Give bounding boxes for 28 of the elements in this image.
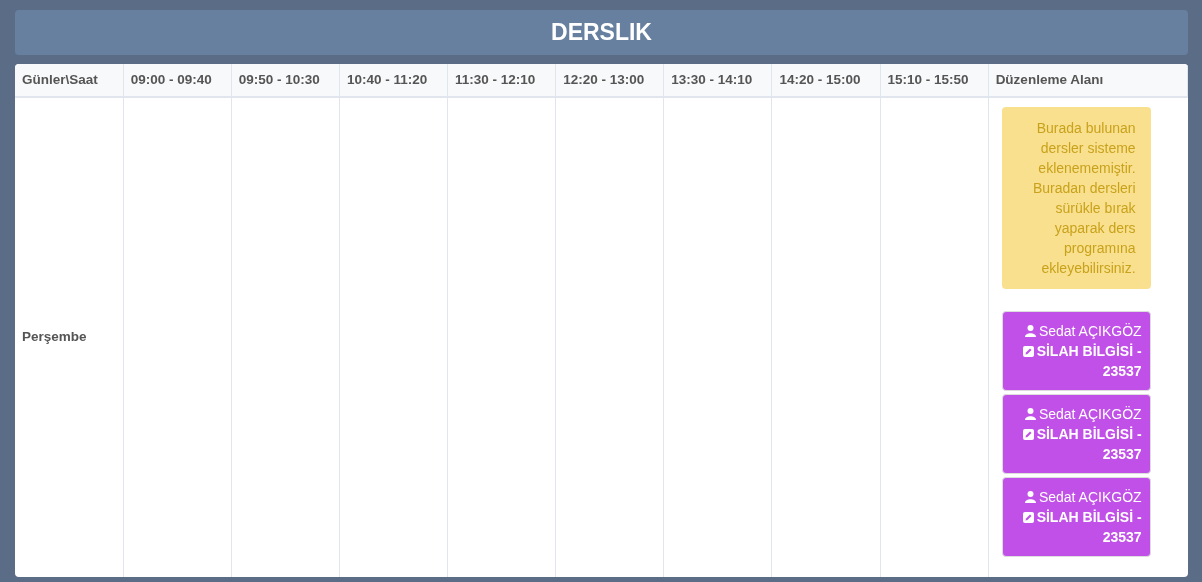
course-name: SİLAH BİLGİSİ - 23537 [1010,507,1142,547]
teacher-name: Sedat AÇIKGÖZ [1038,322,1142,341]
lesson-card[interactable]: Sedat AÇIKGÖZ SİLAH BİLGİSİ - 23537 [1001,394,1151,474]
day-cell: Perşembe [15,97,124,577]
edit-icon [1022,346,1034,357]
lesson-card[interactable]: Sedat AÇIKGÖZ SİLAH BİLGİSİ - 23537 [1001,477,1151,557]
column-header: Düzenleme Alanı [988,64,1188,97]
column-header: Günler\Saat [15,64,124,97]
lesson-card[interactable]: Sedat AÇIKGÖZ SİLAH BİLGİSİ - 23537 [1001,311,1151,391]
column-header: 11:30 - 12:10 [447,64,556,97]
info-note: Burada bulunan dersler sisteme eklenememiştir. Buradan dersleri sürükle bırak yaparak ders programına ekleyebilirsiniz. [1001,107,1151,289]
column-header: 13:30 - 14:10 [663,64,772,97]
user-icon [1024,491,1036,503]
teacher-name: Sedat AÇIKGÖZ [1038,405,1142,424]
column-header: 09:00 - 09:40 [123,64,232,97]
edit-icon [1022,429,1034,440]
user-icon [1024,408,1036,420]
column-header: 09:50 - 10:30 [231,64,340,97]
user-icon [1024,325,1036,337]
teacher-name: Sedat AÇIKGÖZ [1038,488,1142,507]
edit-icon [1022,512,1034,523]
column-header: 15:10 - 15:50 [880,64,989,97]
column-header: 12:20 - 13:00 [555,64,664,97]
column-header: 14:20 - 15:00 [771,64,880,97]
course-name: SİLAH BİLGİSİ - 23537 [1010,341,1142,381]
page-title: DERSLIK [551,18,652,48]
course-name: SİLAH BİLGİSİ - 23537 [1010,424,1142,464]
column-header: 10:40 - 11:20 [339,64,448,97]
